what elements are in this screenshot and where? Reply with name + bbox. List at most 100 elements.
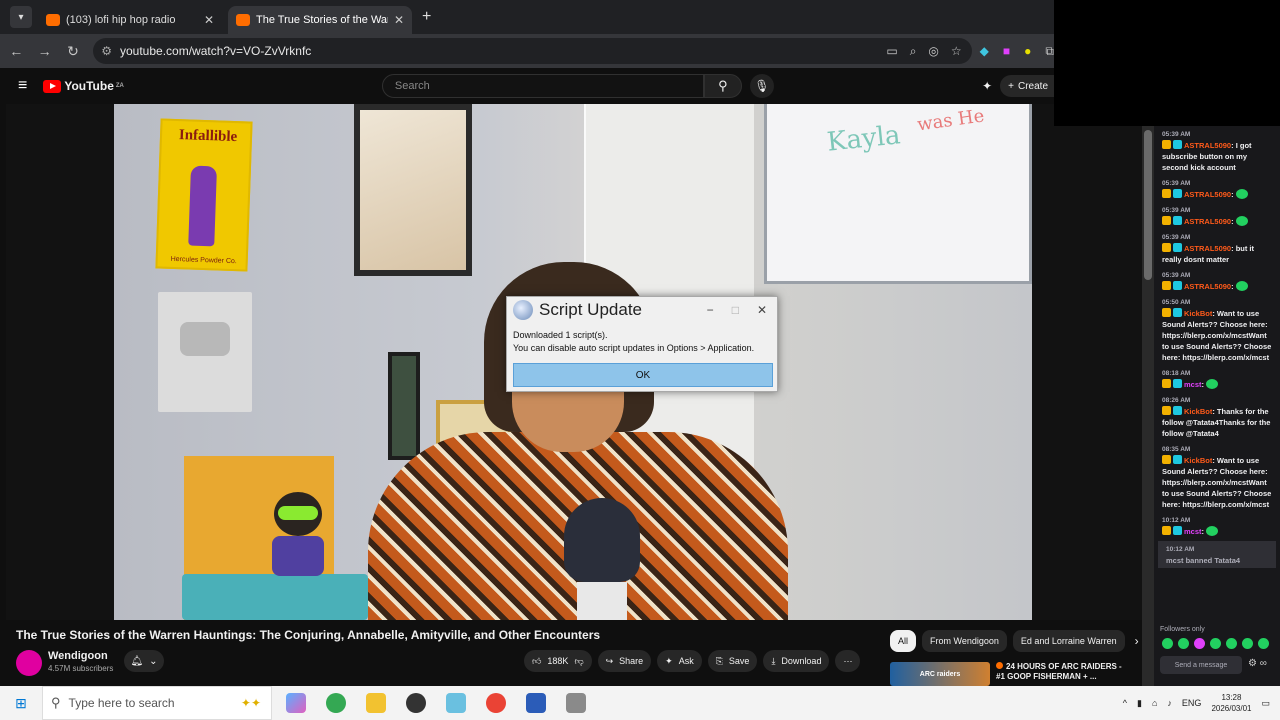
chrome-icon[interactable] — [326, 693, 346, 713]
start-button[interactable]: ⊞ — [0, 695, 42, 712]
chip-from-channel[interactable]: From Wendigoon — [922, 630, 1007, 652]
channel-name[interactable]: Wendigoon — [48, 650, 108, 662]
chat-scrollbar[interactable] — [1142, 126, 1154, 686]
share-button[interactable]: ↪ Share — [597, 650, 652, 672]
share-icon: ↪ — [605, 655, 614, 666]
chat-username[interactable]: KickBot — [1184, 407, 1212, 416]
chat-username[interactable]: ASTRAL5090 — [1184, 244, 1231, 253]
like-button[interactable]: 👍︎ 188K 👎︎ — [524, 650, 592, 672]
taskbar-apps — [286, 693, 586, 713]
install-icon[interactable]: ▭ — [886, 44, 897, 59]
ask-button[interactable]: ✦ Ask — [657, 650, 702, 672]
maximize-icon[interactable]: □ — [732, 303, 739, 317]
extensions-puzzle-icon[interactable]: ⧉ — [1045, 44, 1054, 59]
app-icon[interactable] — [566, 693, 586, 713]
tab-lofi[interactable]: (103) lofi hip hop radio ✕ — [38, 6, 222, 34]
emote-icon[interactable] — [1258, 638, 1269, 649]
notification-bell-button[interactable]: 🔔︎ ⌄ — [124, 650, 164, 672]
minimize-icon[interactable]: − — [707, 303, 714, 317]
chat-username[interactable]: ASTRAL5090 — [1184, 282, 1231, 291]
notifications-icon[interactable]: ▭ — [1261, 698, 1270, 709]
voice-search-button[interactable]: 🎙 — [749, 74, 774, 98]
chat-message: 08:26 AM KickBot: Thanks for the follow @… — [1154, 392, 1280, 441]
youtube-header: ≡ YouTube ZA Search ⚲ 🎙 ✦ + Create — [6, 68, 1054, 104]
emote-icon[interactable] — [1194, 638, 1205, 649]
tray-chevron-icon[interactable]: ^ — [1123, 698, 1127, 708]
site-info-icon[interactable]: ⚙ — [101, 44, 112, 58]
chat-username[interactable]: ASTRAL5090 — [1184, 141, 1231, 150]
chip-all[interactable]: All — [890, 630, 917, 652]
dialog-line: You can disable auto script updates in O… — [513, 343, 755, 353]
search-input[interactable]: Search — [381, 74, 704, 98]
chat-username[interactable]: mcst — [1184, 380, 1202, 389]
bookmark-star-icon[interactable]: ☆ — [951, 44, 962, 59]
chevron-right-icon[interactable]: › — [1135, 634, 1139, 648]
new-tab-button[interactable]: + — [422, 8, 431, 26]
copilot-icon[interactable] — [286, 693, 306, 713]
word-icon[interactable] — [526, 693, 546, 713]
file-explorer-icon[interactable] — [366, 693, 386, 713]
chat-username[interactable]: KickBot — [1184, 309, 1212, 318]
close-tab-icon[interactable]: ✕ — [204, 13, 214, 27]
channel-avatar[interactable] — [16, 650, 42, 676]
ok-button[interactable]: OK — [513, 363, 773, 387]
ask-label: Ask — [678, 656, 694, 666]
chrome-icon[interactable] — [486, 693, 506, 713]
battery-icon[interactable]: ▮ — [1137, 698, 1142, 709]
more-actions-button[interactable]: ⋯ — [835, 650, 861, 672]
youtube-logo[interactable]: YouTube ZA — [43, 79, 124, 93]
sparkle-icon: ✦ — [665, 655, 673, 666]
emote-icon[interactable] — [1178, 638, 1189, 649]
chip-topic[interactable]: Ed and Lorraine Warren — [1012, 630, 1125, 652]
message-timestamp: 08:26 AM — [1162, 397, 1191, 404]
back-button[interactable]: ← — [4, 43, 28, 59]
chat-username[interactable]: KickBot — [1184, 456, 1212, 465]
chat-settings-icon[interactable]: ⚙ ∞ — [1248, 658, 1267, 669]
chat-panel: 05:39 AM ASTRAL5090: I got subscribe butt… — [1154, 126, 1280, 686]
up-next-item[interactable]: ARC raiders 24 HOURS OF ARC RAIDERS - #1… — [890, 662, 1140, 686]
close-icon[interactable]: ✕ — [757, 303, 767, 317]
mic-icon: 🎙 — [754, 79, 770, 93]
chat-username[interactable]: ASTRAL5090 — [1184, 190, 1231, 199]
tab-search-button[interactable]: ▾ — [10, 6, 32, 28]
zoom-icon[interactable]: ⌕ — [910, 44, 917, 59]
emote-icon[interactable] — [1226, 638, 1237, 649]
scrollbar-thumb[interactable] — [1144, 130, 1152, 280]
taskbar-clock[interactable]: 13:28 2026/03/01 — [1211, 692, 1251, 714]
chat-message: 10:12 AM mcst: — [1154, 512, 1280, 539]
extension-icon[interactable]: ● — [1024, 44, 1031, 59]
menu-icon[interactable]: ≡ — [18, 77, 27, 95]
close-tab-icon[interactable]: ✕ — [394, 13, 404, 27]
volume-icon[interactable]: ♪ — [1167, 698, 1172, 708]
chat-message: 08:18 AM mcst: — [1154, 365, 1280, 392]
extension-icon[interactable]: ◆ — [980, 44, 989, 59]
message-timestamp: 10:12 AM — [1166, 546, 1195, 553]
chat-message-input[interactable]: Send a message — [1160, 656, 1242, 674]
address-bar[interactable]: ⚙ youtube.com/watch?v=VO-ZvVrknfc ▭ ⌕ ◎ … — [93, 38, 972, 64]
microphone — [564, 498, 640, 620]
tab-warren[interactable]: The True Stories of the War ✕ — [228, 6, 412, 34]
obs-icon[interactable] — [406, 693, 426, 713]
chat-username[interactable]: ASTRAL5090 — [1184, 217, 1231, 226]
language-indicator[interactable]: ENG — [1182, 698, 1202, 708]
chat-username[interactable]: mcst — [1184, 527, 1202, 536]
thumbs-down-icon[interactable]: 👎︎ — [574, 656, 583, 667]
dialog-titlebar[interactable]: Script Update − □ ✕ — [507, 297, 777, 323]
save-button[interactable]: ⎘ Save — [707, 650, 758, 672]
forward-button[interactable]: → — [32, 43, 56, 59]
emote-icon[interactable] — [1162, 638, 1173, 649]
emote-icon[interactable] — [1242, 638, 1253, 649]
create-button[interactable]: + Create — [1000, 75, 1054, 97]
eye-off-icon[interactable]: ◎ — [928, 44, 938, 59]
reload-button[interactable]: ↻ — [61, 43, 85, 60]
emote-icon[interactable] — [1210, 638, 1221, 649]
ai-sparkle-icon[interactable]: ✦ — [982, 79, 992, 93]
extension-icon[interactable]: ■ — [1003, 44, 1010, 59]
crown-badge-icon — [1162, 216, 1171, 225]
network-icon[interactable]: ⌂ — [1152, 698, 1157, 708]
taskbar-search[interactable]: ⚲ Type here to search ✦✦ — [42, 686, 272, 720]
app-icon[interactable] — [446, 693, 466, 713]
download-button[interactable]: ⤓ Download — [763, 650, 830, 672]
bot-badge-icon — [1173, 140, 1182, 149]
search-button[interactable]: ⚲ — [703, 74, 742, 98]
